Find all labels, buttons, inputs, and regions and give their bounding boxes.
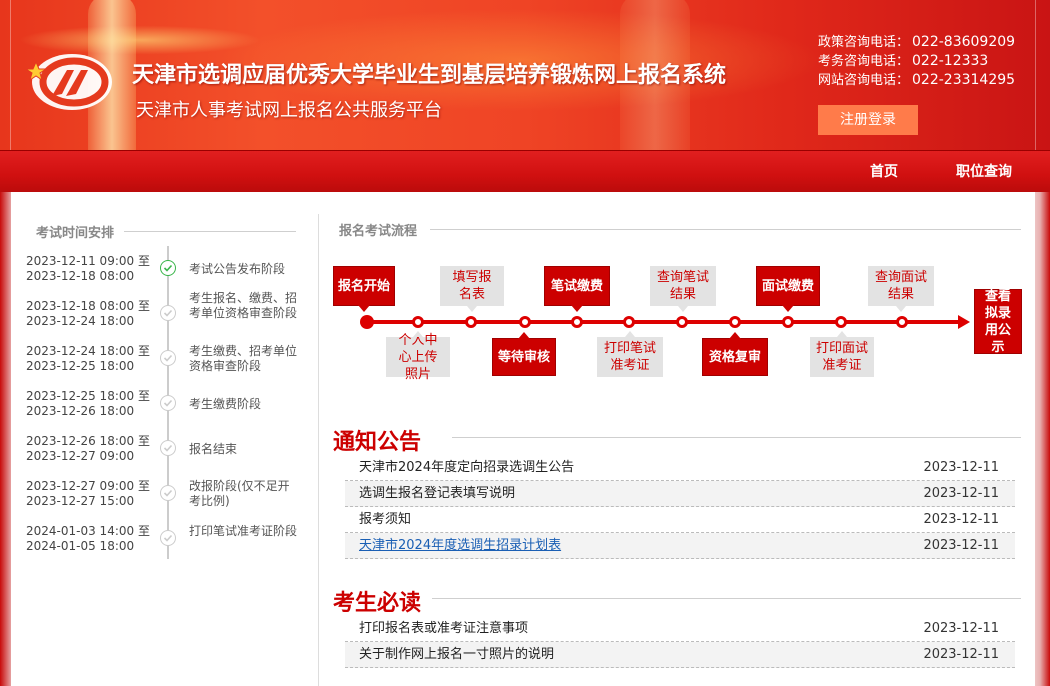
list-item: 天津市2024年度选调生招录计划表 2023-12-11	[345, 533, 1015, 559]
flow-step-start[interactable]: 报名开始	[333, 266, 395, 312]
flow-dot	[465, 316, 477, 328]
flow-step-query-interview[interactable]: 查询面试结果	[868, 266, 934, 312]
notices-title-line	[452, 437, 1021, 438]
schedule-stage: 考生报名、缴费、招考单位资格审查阶段	[189, 291, 298, 320]
flow-dot	[623, 316, 635, 328]
notice-date: 2023-12-11	[923, 512, 999, 527]
nav-home[interactable]: 首页	[870, 151, 898, 193]
nav-position-query[interactable]: 职位查询	[956, 151, 1012, 193]
phone-label: 考务咨询电话：	[818, 54, 910, 69]
flow-step-wait-review[interactable]: 等待审核	[492, 332, 556, 376]
flow-dot	[676, 316, 688, 328]
platform-subtitle: 天津市人事考试网上报名公共服务平台	[136, 100, 442, 121]
policy-phone: 政策咨询电话： 022-83609209	[818, 33, 1015, 52]
main-nav: 首页 职位查询	[0, 150, 1050, 192]
header-banner: 天津市选调应届优秀大学毕业生到基层培养锻炼网上报名系统 天津市人事考试网上报名公…	[0, 0, 1050, 150]
notice-date: 2023-12-11	[923, 460, 999, 475]
notice-link[interactable]: 报考须知	[359, 507, 411, 533]
exam-phone: 考务咨询电话： 022-12333	[818, 52, 1015, 71]
notice-link[interactable]: 天津市2024年度选调生招录计划表	[359, 533, 561, 559]
contact-phones: 政策咨询电话： 022-83609209 考务咨询电话： 022-12333 网站咨…	[818, 33, 1015, 90]
schedule-title-line	[124, 231, 296, 232]
flow-dot	[412, 316, 424, 328]
list-item: 选调生报名登记表填写说明 2023-12-11	[345, 481, 1015, 507]
list-item: 报考须知 2023-12-11	[345, 507, 1015, 533]
flow-step-written-fee[interactable]: 笔试缴费	[544, 266, 610, 312]
notice-date: 2023-12-11	[923, 486, 999, 501]
phone-number: 022-12333	[912, 53, 989, 69]
schedule-end: 2023-12-18 08:00	[26, 269, 135, 283]
flow-title-line	[430, 229, 1021, 230]
check-circle-icon	[160, 440, 176, 456]
logo-icon	[24, 54, 112, 110]
phone-number: 022-83609209	[912, 34, 1016, 50]
schedule-end: 2023-12-26 18:00	[26, 404, 135, 418]
flow-title: 报名考试流程	[339, 224, 418, 239]
flow-dot	[729, 316, 741, 328]
notice-date: 2023-12-11	[923, 538, 999, 553]
schedule-start: 2023-12-24 18:00 至	[26, 344, 150, 358]
schedule-title: 考试时间安排	[36, 226, 115, 241]
schedule-end: 2023-12-27 09:00	[26, 449, 135, 463]
schedule-end: 2023-12-25 18:00	[26, 359, 135, 373]
website-phone: 网站咨询电话： 022-23314295	[818, 71, 1015, 90]
notice-link[interactable]: 选调生报名登记表填写说明	[359, 481, 515, 507]
schedule-stage: 考生缴费阶段	[189, 397, 262, 411]
check-circle-icon	[160, 485, 176, 501]
schedule-start: 2023-12-18 08:00 至	[26, 299, 150, 313]
schedule-stage: 报名结束	[189, 442, 238, 456]
schedule-end: 2024-01-05 18:00	[26, 539, 135, 553]
schedule-end: 2023-12-24 18:00	[26, 314, 135, 328]
list-item: 关于制作网上报名一寸照片的说明 2023-12-11	[345, 642, 1015, 668]
flow-dot	[571, 316, 583, 328]
schedule-stage: 考试公告发布阶段	[189, 262, 286, 276]
flow-step-print-interview[interactable]: 打印面试准考证	[810, 331, 874, 377]
check-circle-icon	[160, 530, 176, 546]
flow-dot	[896, 316, 908, 328]
schedule-stage: 打印笔试准考证阶段	[189, 524, 298, 538]
schedule-start: 2023-12-11 09:00 至	[26, 254, 150, 268]
flow-step-recheck[interactable]: 资格复审	[702, 332, 768, 376]
must-read-title: 考生必读	[333, 591, 422, 616]
notices-title: 通知公告	[333, 430, 422, 455]
column-divider	[318, 214, 319, 686]
list-item: 天津市2024年度定向招录选调生公告 2023-12-11	[345, 455, 1015, 481]
flow-step-personal-photo[interactable]: 个人中心上传照片	[386, 331, 450, 382]
check-circle-icon	[160, 260, 176, 276]
must-read-link[interactable]: 打印报名表或准考证注意事项	[359, 616, 528, 642]
flow-step-interview-fee[interactable]: 面试缴费	[756, 266, 820, 312]
schedule-start: 2023-12-25 18:00 至	[26, 389, 150, 403]
phone-number: 022-23314295	[912, 72, 1016, 88]
flow-step-fill-form[interactable]: 填写报名表	[440, 266, 504, 312]
phone-label: 政策咨询电话：	[818, 35, 910, 50]
check-circle-icon	[160, 350, 176, 366]
flow-step-view-hire[interactable]: 查看拟录用公示	[974, 289, 1022, 355]
flow-dot	[835, 316, 847, 328]
flow-dot	[782, 316, 794, 328]
flow-dot	[519, 316, 531, 328]
check-circle-icon	[160, 305, 176, 321]
list-item: 打印报名表或准考证注意事项 2023-12-11	[345, 616, 1015, 642]
notice-link[interactable]: 天津市2024年度定向招录选调生公告	[359, 455, 574, 481]
flow-arrow-line	[365, 320, 963, 324]
system-title: 天津市选调应届优秀大学毕业生到基层培养锻炼网上报名系统	[132, 63, 727, 88]
schedule-stage: 改报阶段(仅不足开考比例)	[189, 479, 290, 508]
register-login-button[interactable]: 注册登录	[818, 105, 918, 135]
flow-start-dot	[360, 315, 374, 329]
phone-label: 网站咨询电话：	[818, 73, 910, 88]
schedule-start: 2023-12-26 18:00 至	[26, 434, 150, 448]
schedule-end: 2023-12-27 15:00	[26, 494, 135, 508]
flow-step-query-written[interactable]: 查询笔试结果	[650, 266, 716, 312]
must-read-link[interactable]: 关于制作网上报名一寸照片的说明	[359, 642, 554, 668]
schedule-start: 2024-01-03 14:00 至	[26, 524, 150, 538]
check-circle-icon	[160, 395, 176, 411]
must-read-date: 2023-12-11	[923, 621, 999, 636]
flow-step-print-written[interactable]: 打印笔试准考证	[597, 331, 663, 377]
flow-arrow-head	[958, 315, 970, 329]
schedule-start: 2023-12-27 09:00 至	[26, 479, 150, 493]
must-read-date: 2023-12-11	[923, 647, 999, 662]
schedule-stage: 考生缴费、招考单位资格审查阶段	[189, 344, 298, 373]
must-read-title-line	[432, 598, 1021, 599]
